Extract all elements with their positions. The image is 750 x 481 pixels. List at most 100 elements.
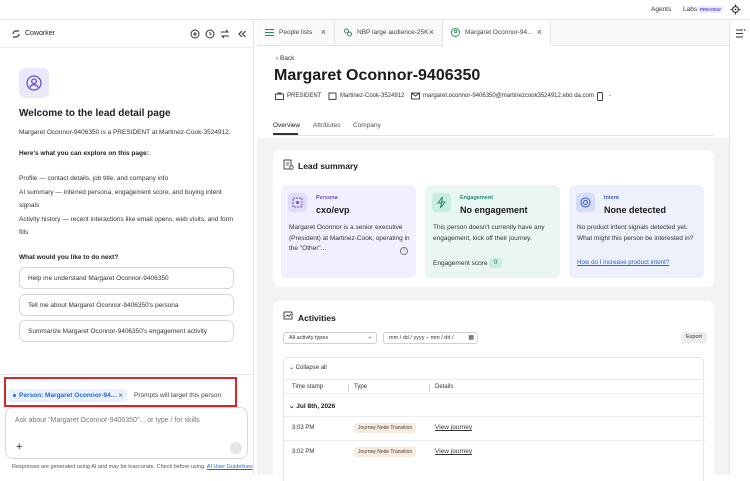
history-icon[interactable]: [205, 29, 215, 39]
company: Martinez-Cook-3524912: [328, 92, 405, 100]
add-attachment-icon[interactable]: +: [16, 441, 22, 453]
increase-intent-link[interactable]: How do I increase product intent?: [577, 259, 669, 266]
view-journey-link[interactable]: View journey: [435, 448, 472, 455]
suggestion-button[interactable]: Summarize Margaret Oconnor-9406350's eng…: [19, 320, 234, 342]
email-text: margaret.oconnor-9406350@martinezcook352…: [423, 93, 594, 99]
coworker-logo-icon: [12, 30, 20, 38]
tab-label: Margaret Oconnor-94...: [465, 29, 533, 36]
new-chat-icon[interactable]: [190, 29, 200, 39]
export-button[interactable]: Export: [681, 332, 707, 343]
tab-attributes[interactable]: Attributes: [313, 122, 340, 129]
row-type-badge: Journey Node Transition: [354, 447, 417, 457]
list-icon: [265, 29, 274, 36]
date-group-label: Jul 8th, 2026: [296, 403, 336, 410]
row-time: 3:02 PM: [292, 449, 315, 455]
back-label: Back: [279, 55, 295, 62]
audience-icon: [344, 28, 352, 37]
welcome-heading: Welcome to the lead detail page: [19, 108, 171, 119]
coworker-header: Coworker: [0, 20, 254, 48]
intent-description: No product intent signals detected yet. …: [577, 224, 694, 242]
date-group[interactable]: ⌄ Jul 8th, 2026: [289, 402, 335, 410]
divider: [0, 374, 254, 375]
send-arrow-icon[interactable]: ↑: [230, 442, 242, 454]
avatar: [19, 68, 49, 98]
date-range-input[interactable]: mm / dd / yyyy – mm / dd / ▦: [383, 332, 478, 344]
explore-heading: Here's what you can explore on this page…: [19, 150, 149, 157]
job-title: PRESIDENT: [275, 92, 322, 100]
intent-value: None detected: [604, 205, 667, 215]
collapse-all-label: Collapse all: [295, 365, 327, 371]
persona-description: Margaret Oconnor is a senior executive (…: [289, 224, 410, 252]
preview-badge: PREVIEW: [698, 6, 723, 13]
person-context-chip[interactable]: Person: Margaret Oconnor-94... ×: [8, 389, 127, 402]
person-circle-icon: [26, 75, 42, 91]
overview-content: Lead summary Persona cxo/evp Margaret Oc…: [257, 138, 729, 481]
lead-summary-card: Lead summary Persona cxo/evp Margaret Oc…: [273, 150, 714, 287]
view-journey-link[interactable]: View journey: [435, 424, 472, 431]
persona-icon: [288, 193, 307, 212]
coworker-title: Coworker: [25, 30, 55, 37]
engagement-label: Engagement: [460, 195, 494, 201]
info-icon[interactable]: i: [400, 247, 408, 255]
activities-table: ⌄ Collapse all Time stamp Type Details ⌄…: [283, 357, 705, 481]
remove-context-icon[interactable]: ×: [118, 391, 123, 400]
coworker-panel: Coworker Welcome to the lead detail page…: [0, 20, 254, 475]
company-text: Martinez-Cook-3524912: [340, 93, 405, 99]
phone-icon: [597, 92, 603, 101]
chevron-down-icon: ⌄: [289, 365, 296, 371]
disclaimer-text: Responses are generated using AI and may…: [12, 464, 206, 470]
tab-label: NBP large audience-25K: [357, 29, 429, 36]
back-link[interactable]: ‹ Back: [276, 55, 294, 62]
right-rail: [729, 20, 750, 475]
engagement-value: No engagement: [460, 205, 528, 215]
next-heading: What would you like to do next?: [19, 254, 119, 261]
calendar-icon[interactable]: ▦: [468, 334, 474, 341]
suggestion-button[interactable]: Help me understand Margaret Oconnor-9406…: [19, 267, 234, 289]
close-tab-icon[interactable]: ×: [537, 27, 542, 37]
page-title: Margaret Oconnor-9406350: [274, 67, 481, 84]
tab-audience[interactable]: NBP large audience-25K ×: [335, 20, 443, 46]
main-area: People lists × NBP large audience-25K × Ma…: [257, 20, 729, 481]
dot-icon: [13, 393, 16, 397]
prompt-input[interactable]: Ask about "Margaret Oconnor-9406350"... …: [5, 407, 248, 459]
agents-link[interactable]: Agents: [651, 6, 671, 13]
row-type-badge: Journey Node Transition: [354, 423, 417, 433]
swap-icon[interactable]: [220, 29, 230, 39]
tab-people-lists[interactable]: People lists ×: [257, 20, 335, 46]
labs-link[interactable]: Labs: [683, 6, 697, 13]
persona-label: Persona: [316, 195, 338, 201]
engagement-card: Engagement No engagement This person doe…: [425, 185, 560, 278]
col-timestamp[interactable]: Time stamp: [292, 384, 323, 390]
settings-gear-icon[interactable]: [730, 4, 741, 15]
suggestion-button[interactable]: Tell me about Margaret Oconnor-9406350's…: [19, 294, 234, 316]
ai-guidelines-link[interactable]: AI User Guidelines: [207, 464, 253, 470]
collapse-all-toggle[interactable]: ⌄ Collapse all: [289, 364, 327, 371]
col-details[interactable]: Details: [435, 384, 453, 390]
top-bar: Agents Labs PREVIEW: [0, 0, 750, 20]
prompt-placeholder: Ask about "Margaret Oconnor-9406350"... …: [15, 417, 200, 424]
collapse-panel-icon[interactable]: [237, 29, 247, 39]
activities-heading: Activities: [298, 313, 336, 323]
intent-label: Intent: [604, 195, 619, 201]
close-tab-icon[interactable]: ×: [321, 27, 326, 37]
tab-lead-detail[interactable]: Margaret Oconnor-94... ×: [443, 20, 551, 46]
engagement-score-badge: 0: [489, 258, 503, 268]
disclaimer: Responses are generated using AI and may…: [12, 464, 253, 470]
intro-text: Margaret Oconnor-9406350 is a PRESIDENT …: [19, 129, 231, 136]
close-tab-icon[interactable]: ×: [429, 27, 434, 37]
table-row: 3:02 PM Journey Node Transition View jou…: [284, 440, 705, 464]
briefcase-icon: [275, 92, 284, 100]
intent-card: Intent None detected No product intent s…: [569, 185, 704, 278]
explore-ai-summary: AI summary — inferred persona, engagemen…: [19, 189, 222, 209]
activity-type-select[interactable]: All activity types ⌄: [283, 332, 377, 344]
list-settings-icon[interactable]: [736, 29, 746, 38]
tab-overview[interactable]: Overview: [273, 122, 300, 129]
job-title-text: PRESIDENT: [287, 93, 322, 99]
target-icon: [576, 193, 595, 212]
engagement-score-label: Engagement score: [433, 260, 488, 267]
table-header: Time stamp Type Details: [284, 379, 705, 394]
col-separator: [348, 384, 349, 392]
col-separator: [429, 384, 430, 392]
col-type[interactable]: Type: [354, 384, 367, 390]
tab-company[interactable]: Company: [353, 122, 381, 129]
